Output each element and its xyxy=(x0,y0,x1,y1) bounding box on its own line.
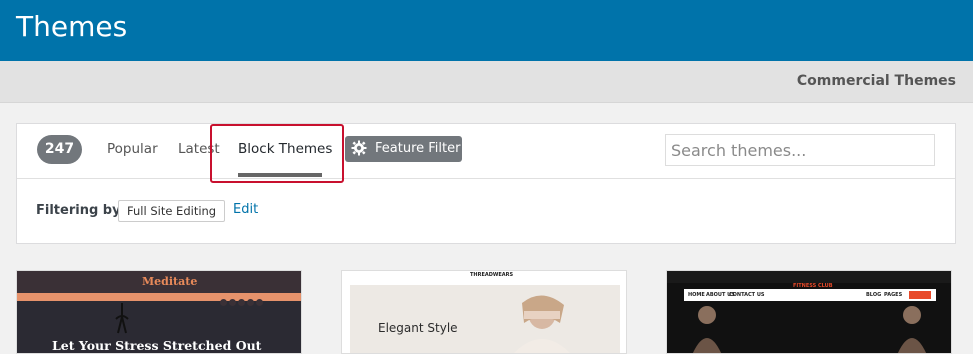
theme-logo: FITNESS CLUB xyxy=(793,283,833,289)
tab-popular[interactable]: Popular xyxy=(107,141,158,157)
card-topbar xyxy=(667,271,951,283)
theme-card-meditate[interactable]: Meditate Let Your Stress Stretched Out xyxy=(16,270,302,354)
silhouette-icon xyxy=(115,303,129,334)
nav-item: CONTACT US xyxy=(729,292,765,298)
social-icons xyxy=(220,291,265,306)
feature-filter-button[interactable]: Feature Filter xyxy=(345,136,462,162)
athlete-image-icon xyxy=(898,306,926,353)
filtering-label: Filtering by: xyxy=(36,203,126,218)
person-image-icon xyxy=(514,295,570,353)
search-input[interactable] xyxy=(665,134,935,166)
filter-tag-full-site-editing: Full Site Editing xyxy=(118,200,226,222)
nav-item: HOME xyxy=(688,292,705,298)
nav-item: BLOG xyxy=(866,292,882,298)
filter-panel: 247 Popular Latest Block Themes Feature … xyxy=(16,123,956,244)
hero-text: Let Your Stress Stretched Out xyxy=(52,338,262,353)
join-button xyxy=(909,291,931,299)
page-title: Themes xyxy=(16,10,128,43)
theme-count-badge: 247 xyxy=(37,135,82,164)
sub-navigation: Commercial Themes xyxy=(0,61,973,103)
theme-brand: THREADWEARS xyxy=(470,272,514,278)
edit-filter-link[interactable]: Edit xyxy=(233,202,258,217)
card-navbar: HOME ABOUT US CONTACT US BLOG PAGES xyxy=(684,289,936,301)
athlete-image-icon xyxy=(693,306,721,353)
theme-brand: Meditate xyxy=(142,275,198,288)
theme-card-threadwears[interactable]: THREADWEARS Elegant Style xyxy=(341,270,627,354)
filter-bar: 247 Popular Latest Block Themes Feature … xyxy=(17,124,955,183)
nav-item: PAGES xyxy=(884,292,903,298)
theme-card-fitness[interactable]: HOME ABOUT US CONTACT US BLOG PAGES FITN… xyxy=(666,270,952,354)
highlight-box xyxy=(210,124,344,183)
page-header: Themes xyxy=(0,0,973,61)
gear-icon xyxy=(351,140,367,156)
hero-heading: Elegant Style xyxy=(378,321,458,335)
commercial-themes-link[interactable]: Commercial Themes xyxy=(797,73,956,89)
feature-filter-label: Feature Filter xyxy=(375,141,461,156)
